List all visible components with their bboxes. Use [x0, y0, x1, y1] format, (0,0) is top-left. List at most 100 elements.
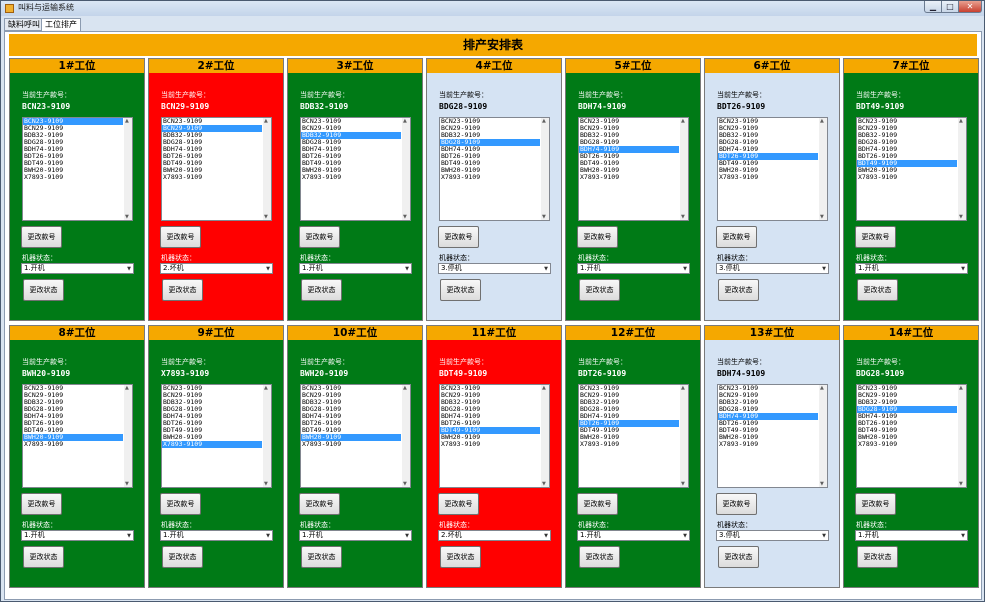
scroll-down-icon[interactable]: ▼: [820, 481, 824, 487]
model-list-item[interactable]: BDB32-9109: [857, 399, 957, 406]
scroll-up-icon[interactable]: ▲: [681, 118, 685, 124]
model-list-item[interactable]: BDG28-9109: [23, 139, 123, 146]
model-list-item[interactable]: BDB32-9109: [718, 132, 818, 139]
scroll-up-icon[interactable]: ▲: [820, 118, 824, 124]
scroll-down-icon[interactable]: ▼: [959, 214, 963, 220]
change-status-button[interactable]: 更改状态: [162, 546, 203, 568]
model-list-item[interactable]: X7893-9109: [162, 174, 262, 181]
machine-status-select[interactable]: 2.坏机 ▼: [438, 530, 551, 541]
scroll-down-icon[interactable]: ▼: [125, 214, 129, 220]
model-list-item[interactable]: BDT26-9109: [440, 153, 540, 160]
model-list-item[interactable]: BCN29-9109: [440, 125, 540, 132]
model-listbox[interactable]: BCN23-9109 BCN29-9109 BDB32-9109 BDG28-9109…: [161, 117, 272, 221]
listbox-scrollbar[interactable]: ▲ ▼: [124, 118, 132, 220]
scroll-down-icon[interactable]: ▼: [959, 481, 963, 487]
model-list-item[interactable]: BDH74-9109: [857, 413, 957, 420]
listbox-scrollbar[interactable]: ▲ ▼: [541, 385, 549, 487]
model-list-item[interactable]: BDT26-9109: [440, 420, 540, 427]
model-list-item[interactable]: BCN23-9109: [301, 385, 401, 392]
model-list-item[interactable]: BCN23-9109: [857, 118, 957, 125]
listbox-scrollbar[interactable]: ▲ ▼: [819, 385, 827, 487]
change-status-button[interactable]: 更改状态: [23, 546, 64, 568]
machine-status-select[interactable]: 1.开机 ▼: [21, 263, 134, 274]
model-list-item[interactable]: BDT49-9109: [579, 427, 679, 434]
model-list-item[interactable]: X7893-9109: [579, 441, 679, 448]
model-list-item[interactable]: BCN29-9109: [162, 392, 262, 399]
model-list-item[interactable]: X7893-9109: [162, 441, 262, 448]
model-list-item[interactable]: BWH20-9109: [162, 434, 262, 441]
change-status-button[interactable]: 更改状态: [857, 546, 898, 568]
change-status-button[interactable]: 更改状态: [718, 279, 759, 301]
model-list-item[interactable]: BCN23-9109: [23, 118, 123, 125]
close-button[interactable]: ✕: [958, 1, 982, 13]
listbox-scrollbar[interactable]: ▲ ▼: [958, 118, 966, 220]
model-listbox[interactable]: BCN23-9109 BCN29-9109 BDB32-9109 BDG28-9109…: [300, 384, 411, 488]
model-list-item[interactable]: BCN23-9109: [857, 385, 957, 392]
model-list-item[interactable]: BDG28-9109: [440, 406, 540, 413]
model-list-item[interactable]: BDB32-9109: [301, 399, 401, 406]
machine-status-select[interactable]: 2.坏机 ▼: [160, 263, 273, 274]
listbox-scrollbar[interactable]: ▲ ▼: [402, 385, 410, 487]
model-list-item[interactable]: BDH74-9109: [440, 146, 540, 153]
model-list-item[interactable]: BCN23-9109: [718, 385, 818, 392]
chevron-down-icon[interactable]: ▼: [405, 265, 409, 274]
model-list-item[interactable]: BDH74-9109: [23, 413, 123, 420]
model-list-item[interactable]: BCN23-9109: [579, 118, 679, 125]
change-model-button[interactable]: 更改款号: [438, 226, 479, 248]
model-list-item[interactable]: BDG28-9109: [857, 406, 957, 413]
minimize-button[interactable]: ▁: [924, 1, 942, 13]
model-list-item[interactable]: BDG28-9109: [162, 406, 262, 413]
model-list-item[interactable]: BCN29-9109: [718, 125, 818, 132]
model-list-item[interactable]: BDB32-9109: [718, 399, 818, 406]
change-model-button[interactable]: 更改款号: [716, 226, 757, 248]
model-list-item[interactable]: BDB32-9109: [162, 399, 262, 406]
machine-status-select[interactable]: 1.开机 ▼: [21, 530, 134, 541]
chevron-down-icon[interactable]: ▼: [266, 265, 270, 274]
model-list-item[interactable]: BCN23-9109: [162, 118, 262, 125]
scroll-up-icon[interactable]: ▲: [264, 385, 268, 391]
model-list-item[interactable]: BWH20-9109: [857, 434, 957, 441]
chevron-down-icon[interactable]: ▼: [544, 532, 548, 541]
model-list-item[interactable]: BDG28-9109: [579, 406, 679, 413]
model-list-item[interactable]: BDT26-9109: [162, 420, 262, 427]
change-model-button[interactable]: 更改款号: [160, 493, 201, 515]
change-model-button[interactable]: 更改款号: [438, 493, 479, 515]
model-list-item[interactable]: BDT49-9109: [440, 427, 540, 434]
model-list-item[interactable]: BWH20-9109: [579, 167, 679, 174]
change-status-button[interactable]: 更改状态: [301, 546, 342, 568]
model-list-item[interactable]: X7893-9109: [718, 174, 818, 181]
model-list-item[interactable]: BCN23-9109: [718, 118, 818, 125]
model-list-item[interactable]: BDH74-9109: [162, 146, 262, 153]
scroll-up-icon[interactable]: ▲: [820, 385, 824, 391]
change-model-button[interactable]: 更改款号: [21, 493, 62, 515]
model-list-item[interactable]: BWH20-9109: [301, 434, 401, 441]
change-model-button[interactable]: 更改款号: [299, 226, 340, 248]
listbox-scrollbar[interactable]: ▲ ▼: [263, 385, 271, 487]
model-list-item[interactable]: BDH74-9109: [301, 413, 401, 420]
listbox-scrollbar[interactable]: ▲ ▼: [680, 118, 688, 220]
model-list-item[interactable]: BCN23-9109: [440, 385, 540, 392]
model-list-item[interactable]: BDB32-9109: [23, 132, 123, 139]
listbox-scrollbar[interactable]: ▲ ▼: [124, 385, 132, 487]
scroll-down-icon[interactable]: ▼: [264, 214, 268, 220]
scroll-down-icon[interactable]: ▼: [125, 481, 129, 487]
model-list-item[interactable]: BDT49-9109: [857, 427, 957, 434]
model-list-item[interactable]: BCN23-9109: [579, 385, 679, 392]
model-list-item[interactable]: BDT26-9109: [23, 420, 123, 427]
model-list-item[interactable]: BDT49-9109: [162, 160, 262, 167]
listbox-scrollbar[interactable]: ▲ ▼: [958, 385, 966, 487]
model-listbox[interactable]: BCN23-9109 BCN29-9109 BDB32-9109 BDG28-9109…: [161, 384, 272, 488]
model-list-item[interactable]: BDB32-9109: [301, 132, 401, 139]
model-listbox[interactable]: BCN23-9109 BCN29-9109 BDB32-9109 BDG28-9109…: [856, 117, 967, 221]
scroll-down-icon[interactable]: ▼: [403, 481, 407, 487]
model-list-item[interactable]: BCN29-9109: [579, 392, 679, 399]
model-list-item[interactable]: BDH74-9109: [718, 146, 818, 153]
change-status-button[interactable]: 更改状态: [23, 279, 64, 301]
machine-status-select[interactable]: 1.开机 ▼: [577, 263, 690, 274]
model-list-item[interactable]: BDH74-9109: [440, 413, 540, 420]
listbox-scrollbar[interactable]: ▲ ▼: [680, 385, 688, 487]
model-list-item[interactable]: BDT49-9109: [440, 160, 540, 167]
model-list-item[interactable]: BDG28-9109: [718, 406, 818, 413]
model-list-item[interactable]: BDT49-9109: [301, 427, 401, 434]
model-list-item[interactable]: BCN29-9109: [23, 392, 123, 399]
